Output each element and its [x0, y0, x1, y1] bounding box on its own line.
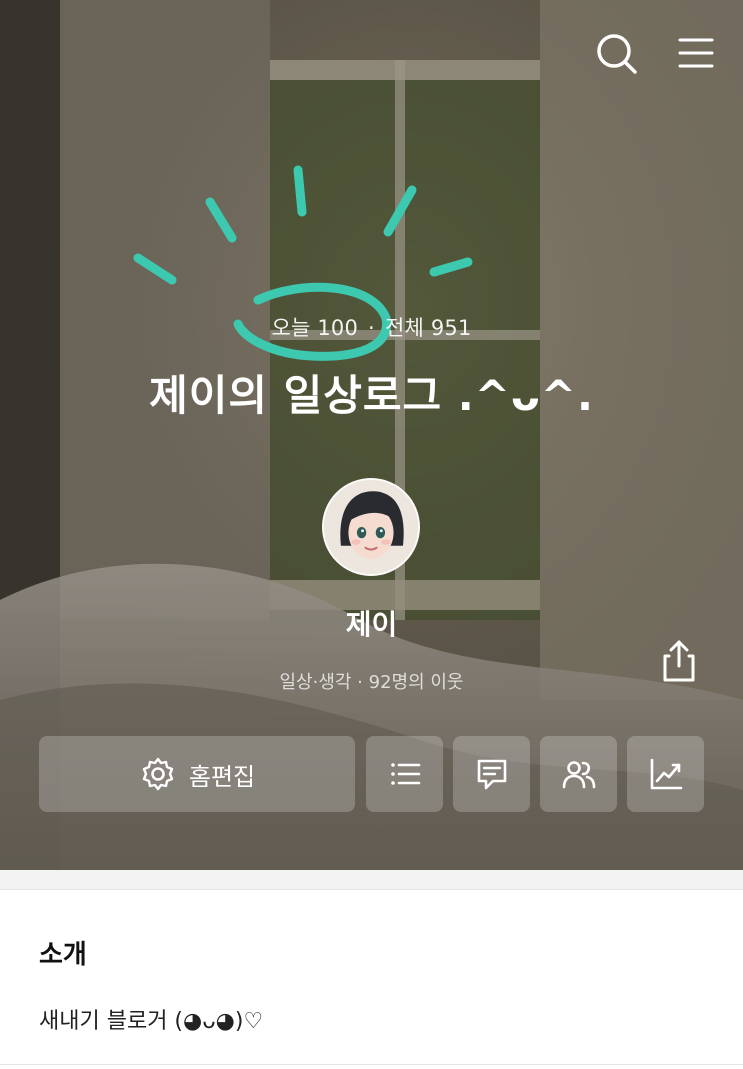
stats-total: 전체 951 [384, 316, 472, 340]
stats-separator: · [368, 316, 375, 340]
share-icon [663, 640, 695, 682]
section-divider [0, 870, 743, 890]
guestbook-button[interactable] [453, 736, 530, 812]
list-icon [390, 763, 420, 785]
blog-cover: 오늘 100 · 전체 951 제이의 일상로그 .^ᴗ^. 제이 일상·생각 · … [0, 0, 743, 870]
intro-text: 새내기 블로거 (◕ᴗ◕)♡ [39, 1009, 264, 1034]
blog-meta: 일상·생각 · 92명의 이웃 [279, 672, 464, 693]
bottom-divider [0, 1064, 743, 1065]
profile-illustration [324, 480, 418, 574]
blog-title: 제이의 일상로그 .^ᴗ^. [149, 371, 594, 420]
post-list-button[interactable] [366, 736, 443, 812]
visitor-stats: 오늘 100 · 전체 951 [0, 312, 743, 342]
menu-button[interactable] [672, 30, 718, 76]
neighbors-button[interactable] [540, 736, 617, 812]
search-button[interactable] [593, 30, 639, 76]
blogger-nickname: 제이 [345, 608, 398, 641]
statistics-button[interactable] [627, 736, 704, 812]
home-edit-label: 홈편집 [188, 762, 256, 791]
search-icon [597, 34, 637, 74]
hamburger-menu-icon [678, 38, 714, 68]
home-edit-button[interactable]: 홈편집 [39, 736, 355, 812]
stats-today: 오늘 100 [271, 316, 359, 340]
people-icon [562, 761, 595, 789]
share-button[interactable] [656, 636, 702, 684]
chart-icon [650, 758, 682, 790]
gear-icon [142, 757, 174, 791]
intro-heading: 소개 [39, 940, 87, 970]
comment-icon [477, 759, 506, 790]
avatar[interactable] [322, 478, 420, 576]
